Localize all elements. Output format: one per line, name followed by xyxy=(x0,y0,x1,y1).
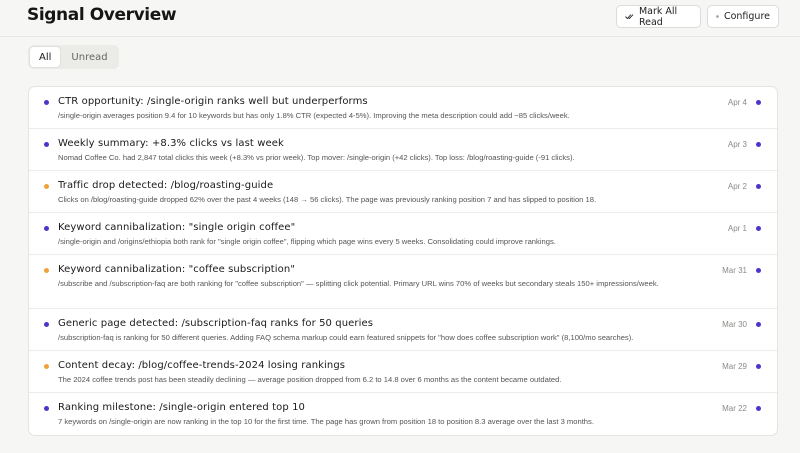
header-divider xyxy=(0,36,800,37)
signal-date: Apr 1 xyxy=(727,224,747,233)
signal-date: Apr 4 xyxy=(727,98,747,107)
signal-row[interactable]: Generic page detected: /subscription-faq… xyxy=(29,309,777,351)
signal-row[interactable]: CTR opportunity: /single-origin ranks we… xyxy=(29,87,777,129)
signal-date: Mar 31 xyxy=(722,266,747,275)
severity-dot-icon xyxy=(44,100,49,105)
configure-label: Configure xyxy=(723,11,770,22)
severity-dot-icon xyxy=(44,364,49,369)
gear-icon xyxy=(716,15,719,18)
filter-tabs: All Unread xyxy=(28,45,119,69)
signal-date: Mar 22 xyxy=(722,404,747,413)
signal-title: Keyword cannibalization: "coffee subscri… xyxy=(58,264,296,275)
severity-dot-icon xyxy=(44,226,49,231)
severity-dot-icon xyxy=(44,406,49,411)
page-header: Signal Overview Mark All Read Configure xyxy=(0,0,800,36)
tab-unread[interactable]: Unread xyxy=(62,47,116,67)
signal-title: Generic page detected: /subscription-faq… xyxy=(58,318,374,329)
unread-indicator-icon[interactable] xyxy=(756,226,761,231)
severity-dot-icon xyxy=(44,322,49,327)
signal-description: The 2024 coffee trends post has been ste… xyxy=(58,375,562,384)
signal-title: Keyword cannibalization: "single origin … xyxy=(58,222,296,233)
unread-indicator-icon[interactable] xyxy=(756,322,761,327)
unread-indicator-icon[interactable] xyxy=(756,364,761,369)
signal-row[interactable]: Content decay: /blog/coffee-trends-2024 … xyxy=(29,351,777,393)
signal-title: Content decay: /blog/coffee-trends-2024 … xyxy=(58,360,346,371)
mark-all-read-label: Mark All Read xyxy=(638,5,678,28)
unread-indicator-icon[interactable] xyxy=(756,142,761,147)
signal-description: /subscription-faq is ranking for 50 diff… xyxy=(58,333,634,342)
signal-row[interactable]: Weekly summary: +8.3% clicks vs last wee… xyxy=(29,129,777,171)
mark-all-read-button[interactable]: Mark All Read xyxy=(616,5,701,28)
signal-description: /single-origin averages position 9.4 for… xyxy=(58,111,570,120)
signal-date: Apr 3 xyxy=(727,140,747,149)
signal-date: Mar 30 xyxy=(722,320,747,329)
signal-title: Weekly summary: +8.3% clicks vs last wee… xyxy=(58,138,284,149)
signal-title: CTR opportunity: /single-origin ranks we… xyxy=(58,96,368,107)
signal-description: /single-origin and /origins/ethiopia bot… xyxy=(58,237,556,246)
signal-description: /subscribe and /subscription-faq are bot… xyxy=(58,279,659,288)
signal-title: Ranking milestone: /single-origin entere… xyxy=(58,402,306,413)
severity-dot-icon xyxy=(44,268,49,273)
signal-description: Clicks on /blog/roasting-guide dropped 6… xyxy=(58,195,597,204)
signals-list: CTR opportunity: /single-origin ranks we… xyxy=(28,86,778,436)
signal-row[interactable]: Traffic drop detected: /blog/roasting-gu… xyxy=(29,171,777,213)
signal-date: Mar 29 xyxy=(722,362,747,371)
unread-indicator-icon[interactable] xyxy=(756,268,761,273)
signal-description: 7 keywords on /single-origin are now ran… xyxy=(58,417,594,426)
signal-title: Traffic drop detected: /blog/roasting-gu… xyxy=(58,180,274,191)
unread-indicator-icon[interactable] xyxy=(756,184,761,189)
severity-dot-icon xyxy=(44,142,49,147)
tab-all[interactable]: All xyxy=(30,47,61,67)
page-title: Signal Overview xyxy=(27,5,177,25)
unread-indicator-icon[interactable] xyxy=(756,406,761,411)
signal-description: Nomad Coffee Co. had 2,847 total clicks … xyxy=(58,153,575,162)
unread-indicator-icon[interactable] xyxy=(756,100,761,105)
signal-date: Apr 2 xyxy=(727,182,747,191)
signal-row[interactable]: Ranking milestone: /single-origin entere… xyxy=(29,393,777,435)
double-check-icon xyxy=(625,14,634,19)
signal-row[interactable]: Keyword cannibalization: "single origin … xyxy=(29,213,777,255)
configure-button[interactable]: Configure xyxy=(707,5,779,28)
signal-row[interactable]: Keyword cannibalization: "coffee subscri… xyxy=(29,255,777,309)
severity-dot-icon xyxy=(44,184,49,189)
